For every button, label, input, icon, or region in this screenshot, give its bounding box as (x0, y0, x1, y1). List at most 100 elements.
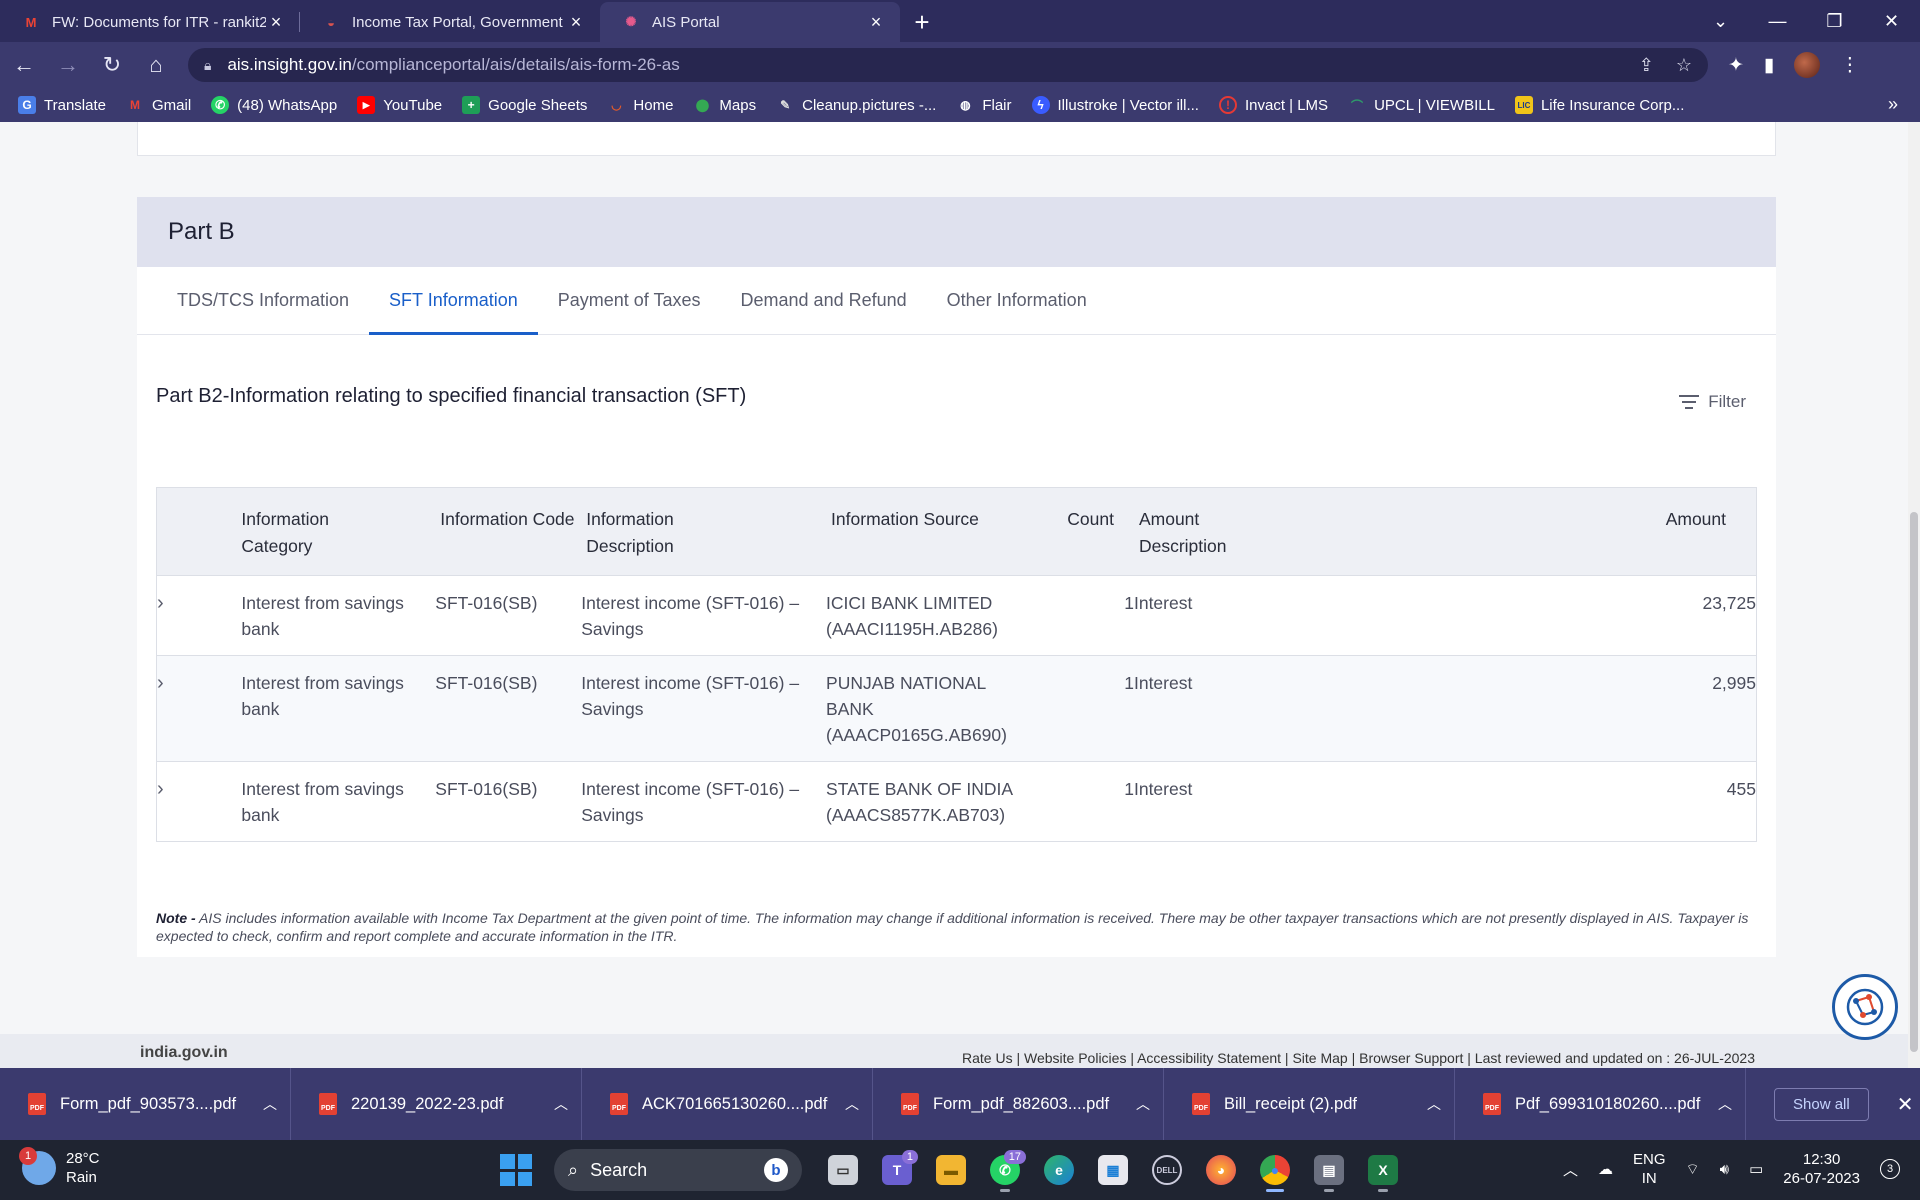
tab-income-tax-portal[interactable]: ◒ Income Tax Portal, Government o × (300, 2, 600, 42)
india-gov-logo[interactable]: india.gov.in (140, 1044, 228, 1062)
filter-button[interactable]: Filter (1678, 392, 1746, 412)
bookmark-google-sheets[interactable]: + Google Sheets (462, 96, 587, 114)
file-explorer-button[interactable]: ▬ (924, 1148, 978, 1192)
table-row[interactable]: › Interest from savings bank SFT-016(SB) … (156, 655, 1757, 762)
calculator-button[interactable]: ▤ (1302, 1148, 1356, 1192)
download-item[interactable]: PDF Form_pdf_882603....pdf ︿ (873, 1068, 1164, 1140)
close-icon[interactable]: × (566, 12, 586, 33)
profile-avatar[interactable] (1794, 52, 1821, 78)
chevron-up-icon[interactable]: ︿ (832, 1094, 872, 1114)
bookmark-upcl[interactable]: ⌒ UPCL | VIEWBILL (1348, 96, 1495, 114)
tab-ais-portal[interactable]: ✺ AIS Portal × (600, 2, 900, 42)
onedrive-icon[interactable]: ☁ (1598, 1160, 1613, 1178)
page-scrollbar[interactable] (1908, 122, 1920, 1068)
bookmark-illustroke[interactable]: ϟ Illustroke | Vector ill... (1031, 96, 1199, 114)
chevron-up-icon[interactable]: ︿ (250, 1094, 290, 1114)
tab-demand-and-refund[interactable]: Demand and Refund (721, 267, 927, 334)
start-button[interactable] (500, 1154, 532, 1186)
tab-other-information[interactable]: Other Information (927, 267, 1107, 334)
bookmark-label: Gmail (151, 96, 192, 114)
cell-category: Interest from savings bank (241, 655, 436, 762)
wifi-icon[interactable]: ⌔ (1686, 1160, 1700, 1179)
chevron-up-icon[interactable]: ︿ (1414, 1094, 1454, 1114)
bookmark-cleanup[interactable]: ✎ Cleanup.pictures -... (776, 96, 936, 114)
back-button[interactable]: ← (4, 47, 44, 83)
bookmark-flair[interactable]: ◍ Flair (956, 96, 1011, 114)
bookmark-home[interactable]: ◡ Home (607, 96, 673, 114)
expand-chevron-icon[interactable]: › (156, 655, 242, 762)
chevron-up-icon[interactable]: ︿ (1705, 1094, 1745, 1114)
firefox-button[interactable]: ◕ (1194, 1148, 1248, 1192)
bookmark-star-icon[interactable]: ☆ (1676, 55, 1692, 76)
scrollbar-thumb[interactable] (1910, 512, 1918, 1052)
taskbar-search[interactable]: ⌕ Search b (554, 1149, 802, 1191)
close-icon[interactable]: × (266, 12, 286, 33)
tab-payment-of-taxes[interactable]: Payment of Taxes (538, 267, 721, 334)
home-button[interactable]: ⌂ (136, 47, 176, 83)
download-item[interactable]: PDF ACK701665130260....pdf ︿ (582, 1068, 873, 1140)
site-info-icon[interactable]: 🔒︎ (204, 57, 211, 74)
minimize-button[interactable]: — (1749, 0, 1806, 42)
table-row[interactable]: › Interest from savings bank SFT-016(SB) … (156, 761, 1757, 842)
new-tab-button[interactable]: + (900, 2, 944, 42)
download-filename: ACK701665130260....pdf (642, 1094, 828, 1113)
bookmark-translate[interactable]: G Translate (18, 96, 106, 114)
gmail-icon: M (129, 98, 140, 112)
bookmark-lic[interactable]: LIC Life Insurance Corp... (1514, 96, 1684, 114)
address-bar[interactable]: 🔒︎ ais.insight.gov.in/complianceportal/a… (188, 48, 1708, 82)
extensions-icon[interactable]: ✦ (1728, 54, 1744, 77)
dell-button[interactable]: DELL (1140, 1148, 1194, 1192)
downloads-bar: PDF Form_pdf_903573....pdf ︿ PDF 220139_202… (0, 1068, 1920, 1140)
expand-chevron-icon[interactable]: › (156, 575, 242, 656)
chevron-up-icon[interactable]: ︿ (1563, 1159, 1578, 1180)
whatsapp-button[interactable]: ✆ 17 (978, 1148, 1032, 1192)
show-all-downloads-button[interactable]: Show all (1774, 1087, 1869, 1121)
download-item[interactable]: PDF Form_pdf_903573....pdf ︿ (0, 1068, 291, 1140)
tab-gmail[interactable]: M FW: Documents for ITR - rankit24 × (0, 2, 300, 42)
share-icon[interactable]: ⇪ (1639, 55, 1654, 76)
chatbot-button[interactable] (1832, 974, 1898, 1040)
tab-search-icon[interactable]: ⌄ (1692, 0, 1749, 42)
expand-chevron-icon[interactable]: › (156, 761, 242, 842)
column-header-description: Information Description (581, 487, 827, 576)
bing-icon[interactable]: b (764, 1158, 788, 1182)
reload-button[interactable]: ↻ (92, 47, 132, 83)
edge-button[interactable]: e (1032, 1148, 1086, 1192)
store-button[interactable]: ▦ (1086, 1148, 1140, 1192)
language-indicator[interactable]: ENG IN (1633, 1150, 1666, 1188)
bookmark-youtube[interactable]: ▶ YouTube (357, 96, 442, 114)
teams-button[interactable]: T1 (870, 1148, 924, 1192)
more-bookmarks-icon[interactable]: » (1888, 94, 1898, 115)
close-downloads-icon[interactable]: ✕ (1897, 1092, 1914, 1117)
clock[interactable]: 12:30 26-07-2023 (1783, 1150, 1860, 1188)
notification-badge[interactable]: 3 (1880, 1159, 1900, 1179)
tab-tds-tcs[interactable]: TDS/TCS Information (157, 267, 369, 334)
close-window-button[interactable]: ✕ (1863, 0, 1920, 42)
forward-button[interactable]: → (48, 47, 88, 83)
restore-button[interactable]: ❐ (1806, 0, 1863, 42)
bookmark-gmail[interactable]: M Gmail (126, 96, 191, 114)
side-panel-icon[interactable]: ▮ (1764, 54, 1774, 77)
chevron-up-icon[interactable]: ︿ (541, 1094, 581, 1114)
download-item[interactable]: PDF 220139_2022-23.pdf ︿ (291, 1068, 582, 1140)
bookmark-invact[interactable]: ! Invact | LMS (1218, 96, 1328, 114)
battery-icon[interactable]: ▭ (1749, 1160, 1763, 1178)
weather-widget[interactable]: 1 28°C Rain (19, 1147, 100, 1187)
excel-button[interactable]: X (1356, 1148, 1410, 1192)
column-header-amount: Amount (1333, 487, 1757, 576)
bookmark-label: (48) WhatsApp (237, 96, 338, 114)
menu-icon[interactable]: ⋮ (1840, 54, 1859, 77)
tab-sft[interactable]: SFT Information (369, 267, 538, 335)
task-view-button[interactable]: ▭ (816, 1148, 870, 1192)
volume-icon[interactable]: 🔊︎ (1720, 1161, 1729, 1178)
chevron-up-icon[interactable]: ︿ (1123, 1094, 1163, 1114)
close-icon[interactable]: × (866, 12, 886, 33)
bookmark-maps[interactable]: ⬤ Maps (693, 96, 756, 114)
footer-links[interactable]: Rate Us | Website Policies | Accessibili… (962, 1050, 1755, 1066)
bookmark-whatsapp[interactable]: ✆ (48) WhatsApp (211, 96, 337, 114)
download-item[interactable]: PDF Pdf_699310180260....pdf ︿ (1455, 1068, 1746, 1140)
pdf-file-icon: PDF (610, 1093, 628, 1115)
table-row[interactable]: › Interest from savings bank SFT-016(SB) … (156, 575, 1757, 656)
download-item[interactable]: PDF Bill_receipt (2).pdf ︿ (1164, 1068, 1455, 1140)
chrome-button[interactable]: ● (1248, 1148, 1302, 1192)
